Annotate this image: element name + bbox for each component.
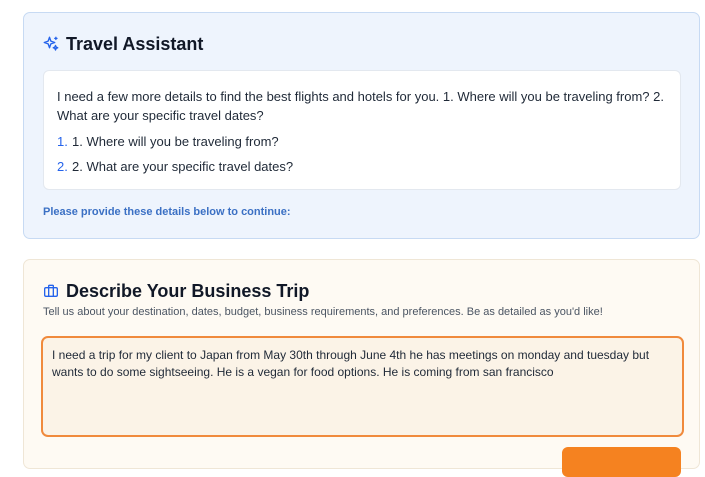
question-text: 1. Where will you be traveling from? (72, 134, 279, 149)
sparkles-icon (43, 36, 59, 51)
briefcase-icon (44, 284, 58, 297)
assistant-header: Travel Assistant (42, 33, 203, 55)
question-list: 1. 1. Where will you be traveling from? … (57, 133, 666, 176)
submit-button[interactable] (562, 447, 681, 477)
business-trip-card: Describe Your Business Trip Tell us abou… (23, 259, 700, 477)
assistant-message: I need a few more details to find the be… (43, 70, 681, 190)
question-item: 1. 1. Where will you be traveling from? (57, 133, 666, 151)
prompt-note: Please provide these details below to co… (43, 206, 291, 218)
trip-form-subtitle: Tell us about your destination, dates, b… (43, 306, 603, 318)
question-item: 2. 2. What are your specific travel date… (57, 158, 666, 176)
question-number: 1. (57, 134, 68, 149)
question-text: 2. What are your specific travel dates? (72, 159, 294, 174)
travel-assistant-card: Travel Assistant I need a few more detai… (23, 12, 700, 239)
trip-description-textarea[interactable]: I need a trip for my client to Japan fro… (41, 336, 684, 437)
trip-form-title: Describe Your Business Trip (66, 280, 310, 301)
trip-form-header: Describe Your Business Trip (43, 280, 309, 302)
assistant-title: Travel Assistant (66, 33, 204, 54)
assistant-message-text: I need a few more details to find the be… (57, 89, 664, 123)
question-number: 2. (57, 159, 68, 174)
